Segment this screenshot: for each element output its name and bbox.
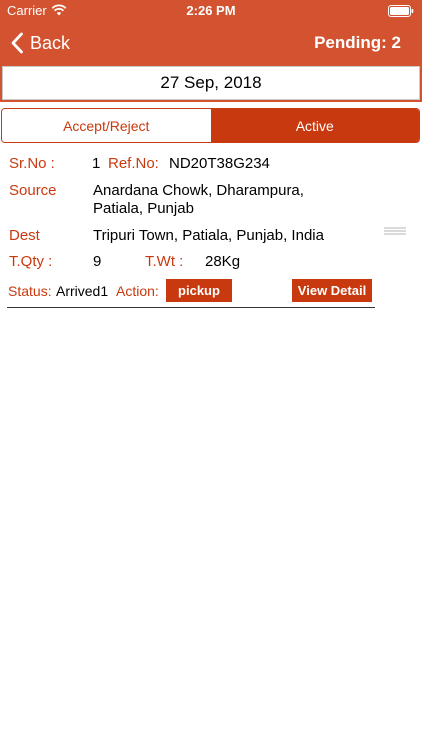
view-detail-button[interactable]: View Detail [292,279,372,302]
source-line-1: Anardana Chowk, Dharampura, [93,182,304,199]
back-label: Back [30,32,71,53]
pending-count: Pending: 2 [314,33,401,52]
tab-accept-reject[interactable]: Accept/Reject [2,109,211,142]
refno-label: Ref.No: [108,155,159,172]
chevron-left-icon [11,32,23,54]
status-label: Status: [8,283,52,299]
srno-value: 1 [92,155,101,172]
twt-value: 28Kg [205,253,241,270]
action-label: Action: [116,283,159,299]
row-divider [7,307,375,308]
date-bar: 27 Sep, 2018 [0,64,422,102]
tqty-label: T.Qty : [9,253,53,270]
tqty-value: 9 [93,253,102,270]
dest-value: Tripuri Town, Patiala, Punjab, India [93,227,324,244]
header: Carrier 2:26 PM Back Pending: 2 [0,0,422,64]
refno-value: ND20T38G234 [169,155,270,172]
nav-bar: Back Pending: 2 [0,22,422,64]
status-value: Arrived1 [56,283,109,299]
drag-handle-icon[interactable] [384,226,406,236]
screen: Carrier 2:26 PM Back Pending: 2 27 Sep, … [0,0,422,750]
source-label: Source [9,182,57,199]
tab-active[interactable]: Active [210,109,419,142]
status-time: 2:26 PM [186,3,236,18]
twt-label: T.Wt : [145,253,184,270]
battery-icon [388,5,414,17]
status-bar: Carrier 2:26 PM [0,0,422,22]
back-button[interactable]: Back [10,30,70,56]
pickup-button[interactable]: pickup [166,279,232,302]
segmented-control: Accept/Reject Active [1,108,420,143]
date-field[interactable]: 27 Sep, 2018 [2,66,420,100]
srno-label: Sr.No : [9,155,55,172]
dest-label: Dest [9,227,40,244]
source-line-2: Patiala, Punjab [93,200,194,217]
